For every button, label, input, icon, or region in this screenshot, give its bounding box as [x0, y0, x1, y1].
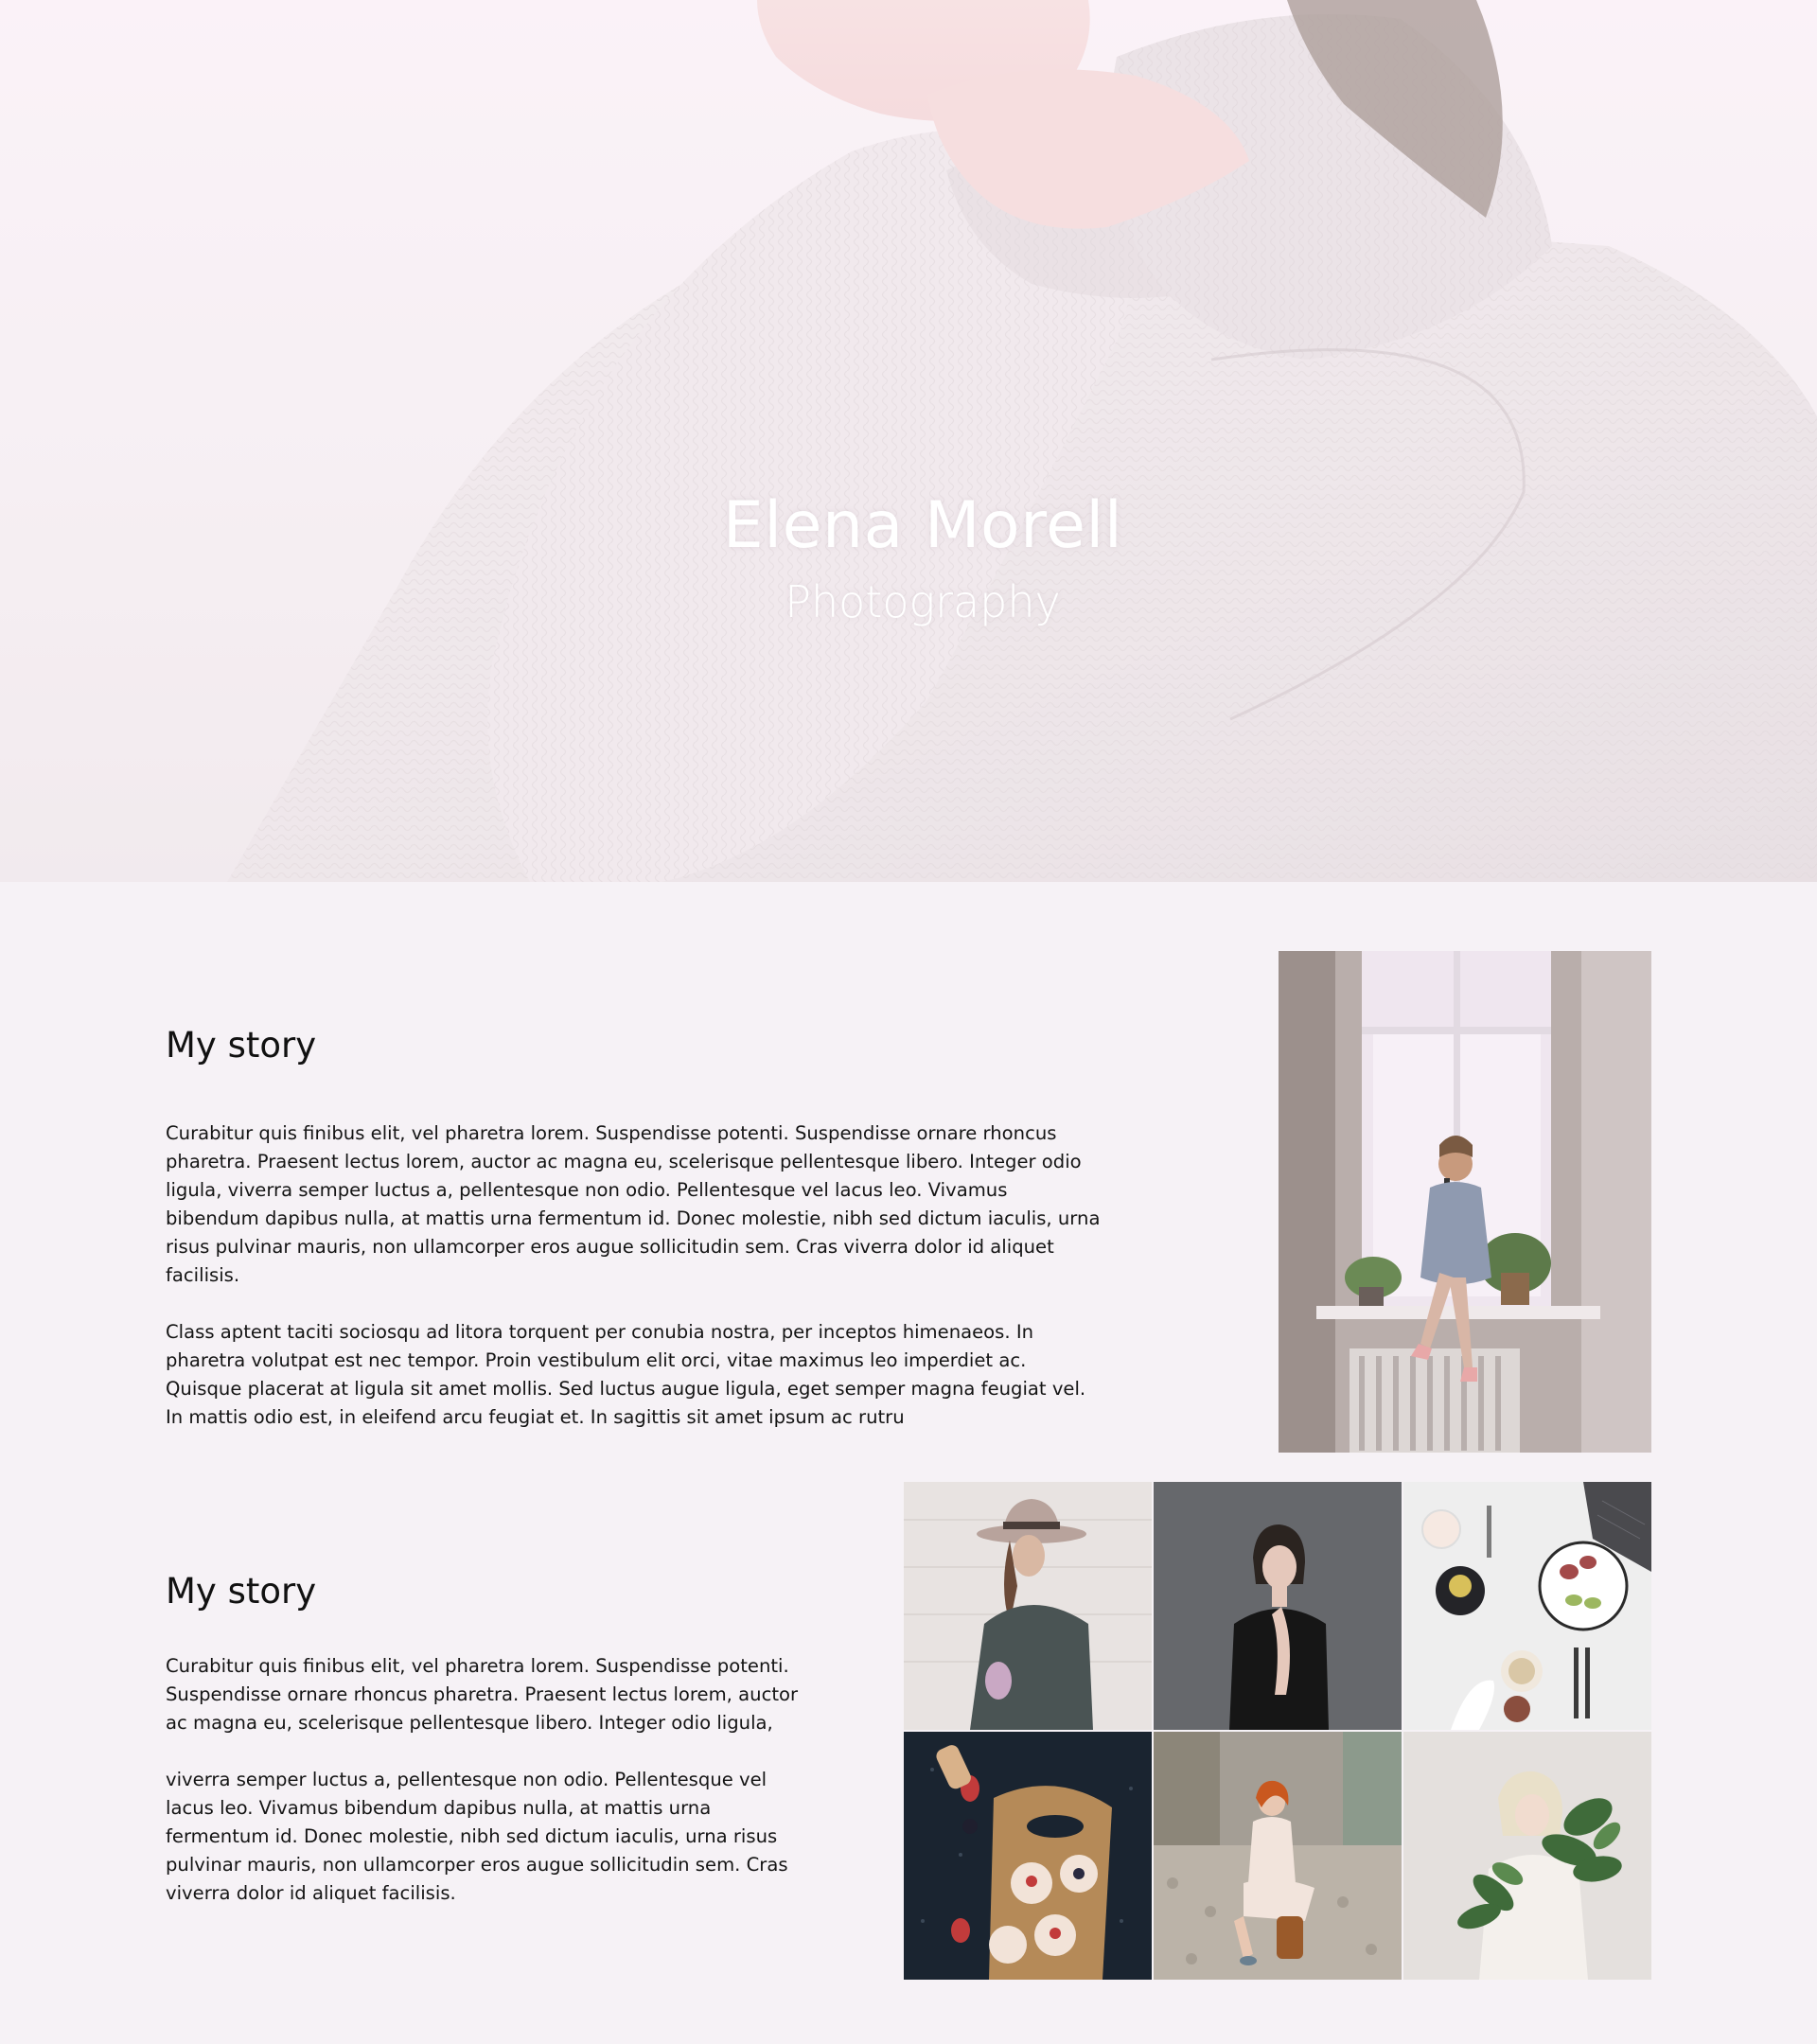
gallery-tile[interactable] [1403, 1732, 1651, 1980]
story-body-secondary: Curabitur quis finibus elit, vel pharetr… [166, 1652, 809, 1936]
hero-background-photo [0, 0, 1817, 882]
story-paragraph: Curabitur quis finibus elit, vel pharetr… [166, 1122, 1101, 1286]
portfolio-page: Elena Morell Photography My story Curabi… [0, 0, 1817, 2044]
story-paragraph: Class aptent taciti sociosqu ad litora t… [166, 1321, 1086, 1428]
cupcakes-on-board-photo [904, 1732, 1152, 1980]
gallery-tile[interactable] [904, 1482, 1152, 1730]
photo-gallery [904, 1482, 1651, 1980]
story-body-primary: Curabitur quis finibus elit, vel pharetr… [166, 1119, 1103, 1460]
gallery-tile[interactable] [1154, 1732, 1402, 1980]
story-heading-secondary: My story [166, 1571, 317, 1612]
woman-with-leaves-photo [1403, 1732, 1651, 1980]
woman-in-black-top-photo [1154, 1482, 1402, 1730]
redhead-woman-sitting-photo [1154, 1732, 1402, 1980]
gallery-tile[interactable] [904, 1732, 1152, 1980]
hero-banner: Elena Morell Photography [0, 0, 1817, 882]
story-paragraph: Curabitur quis finibus elit, vel pharetr… [166, 1655, 799, 1734]
feature-photo [1279, 951, 1651, 1453]
breakfast-flatlay-photo [1403, 1482, 1651, 1730]
gallery-tile[interactable] [1403, 1482, 1651, 1730]
gallery-tile[interactable] [1154, 1482, 1402, 1730]
woman-in-hat-photo [904, 1482, 1152, 1730]
hero-subtitle: Photography [785, 575, 1061, 627]
story-paragraph: viverra semper luctus a, pellentesque no… [166, 1769, 788, 1904]
story-heading-primary: My story [166, 1025, 317, 1066]
hero-text-group: Elena Morell Photography [0, 487, 1817, 628]
hero-title: Elena Morell [722, 488, 1123, 563]
woman-photographing-on-windowsill-photo [1279, 951, 1651, 1453]
